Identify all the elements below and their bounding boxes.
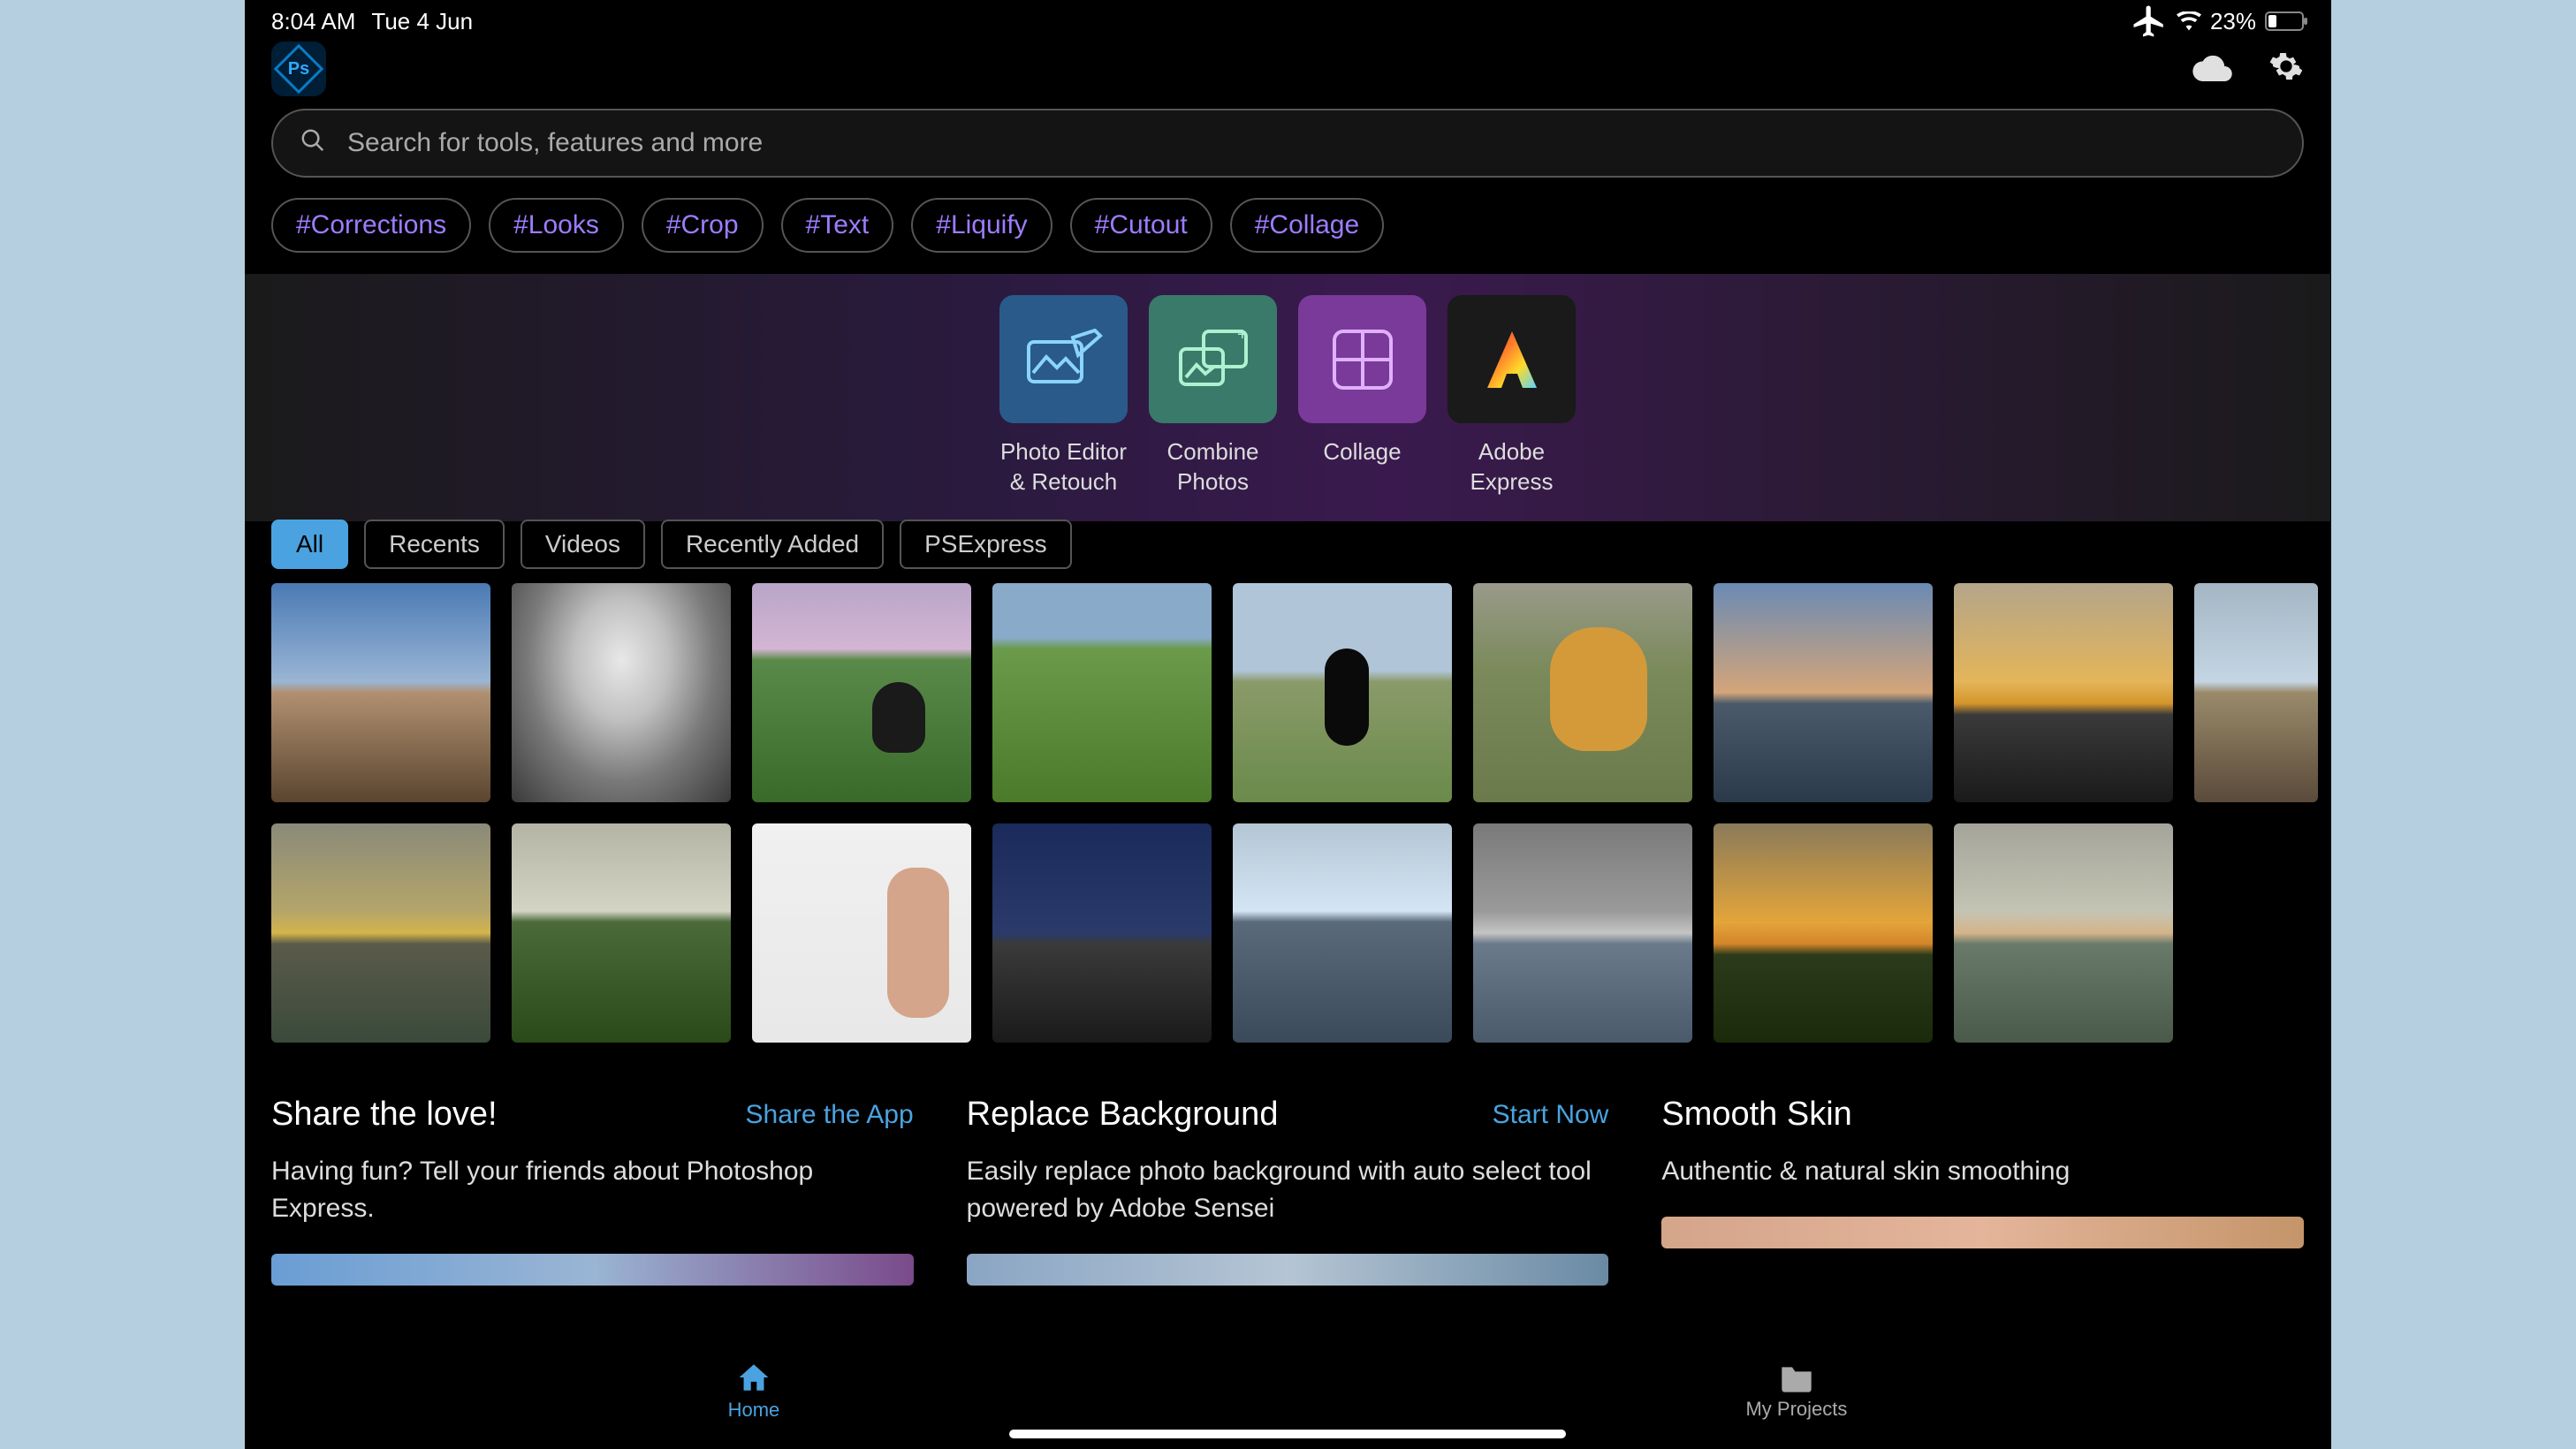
filter-recents[interactable]: Recents [364, 520, 505, 569]
tool-combine-photos[interactable]: + CombinePhotos [1149, 295, 1277, 497]
tag-collage[interactable]: #Collage [1230, 198, 1384, 253]
cloud-icon[interactable] [2192, 51, 2233, 87]
folder-icon [1779, 1362, 1814, 1392]
photo-thumb[interactable] [2194, 583, 2318, 802]
tag-text[interactable]: #Text [781, 198, 894, 253]
photo-thumb[interactable] [992, 823, 1212, 1043]
card-share-love: Share the love! Share the App Having fun… [271, 1096, 914, 1286]
gallery-filters: All Recents Videos Recently Added PSExpr… [245, 516, 2330, 583]
filter-videos[interactable]: Videos [521, 520, 645, 569]
search-bar[interactable] [271, 109, 2304, 178]
collage-icon [1298, 295, 1426, 423]
tag-chips: #Corrections #Looks #Crop #Text #Liquify… [245, 191, 2330, 274]
tag-looks[interactable]: #Looks [489, 198, 624, 253]
photo-thumb[interactable] [1954, 583, 2173, 802]
card-image[interactable] [1661, 1217, 2304, 1248]
photo-thumb[interactable] [1473, 583, 1692, 802]
tool-photo-editor[interactable]: Photo Editor& Retouch [999, 295, 1128, 497]
tag-crop[interactable]: #Crop [642, 198, 764, 253]
photo-thumb[interactable] [512, 823, 731, 1043]
filter-all[interactable]: All [271, 520, 348, 569]
photo-thumb[interactable] [1714, 823, 1933, 1043]
photo-editor-icon [999, 295, 1128, 423]
tag-corrections[interactable]: #Corrections [271, 198, 471, 253]
gear-icon[interactable] [2268, 49, 2304, 90]
photo-gallery [245, 583, 2330, 1043]
card-image[interactable] [271, 1254, 914, 1286]
photo-thumb[interactable] [1233, 823, 1452, 1043]
card-desc: Easily replace photo background with aut… [967, 1153, 1609, 1227]
tool-shelf: Photo Editor& Retouch + CombinePhotos Co… [245, 274, 2330, 521]
card-replace-bg: Replace Background Start Now Easily repl… [967, 1096, 1609, 1286]
app-logo[interactable]: Ps [271, 42, 326, 96]
card-title: Smooth Skin [1661, 1096, 1851, 1134]
home-icon [736, 1362, 771, 1393]
svg-text:+: + [1237, 325, 1248, 345]
photo-thumb[interactable] [271, 583, 490, 802]
tool-adobe-express[interactable]: AdobeExpress [1448, 295, 1576, 497]
card-image[interactable] [967, 1254, 1609, 1286]
photo-thumb[interactable] [1233, 583, 1452, 802]
search-icon [300, 127, 326, 160]
photo-thumb[interactable] [271, 823, 490, 1043]
tool-collage[interactable]: Collage [1298, 295, 1426, 467]
battery-percentage: 23% [2210, 8, 2256, 35]
card-smooth-skin: Smooth Skin Authentic & natural skin smo… [1661, 1096, 2304, 1286]
card-title: Replace Background [967, 1096, 1279, 1134]
card-title: Share the love! [271, 1096, 498, 1134]
app-top-bar: Ps [245, 42, 2330, 95]
status-bar: 8:04 AM Tue 4 Jun 23% [245, 0, 2330, 42]
start-now-link[interactable]: Start Now [1493, 1100, 1609, 1130]
filter-psexpress[interactable]: PSExpress [900, 520, 1072, 569]
wifi-icon [2177, 11, 2201, 31]
card-desc: Having fun? Tell your friends about Phot… [271, 1153, 914, 1227]
combine-photos-icon: + [1149, 295, 1277, 423]
adobe-express-icon [1448, 295, 1576, 423]
filter-recently-added[interactable]: Recently Added [661, 520, 884, 569]
photo-thumb[interactable] [1954, 823, 2173, 1043]
card-desc: Authentic & natural skin smoothing [1661, 1153, 2304, 1190]
photo-thumb[interactable] [512, 583, 731, 802]
share-app-link[interactable]: Share the App [746, 1100, 914, 1130]
photo-thumb[interactable] [1473, 823, 1692, 1043]
airplane-mode-icon [2131, 3, 2168, 40]
photo-thumb[interactable] [1714, 583, 1933, 802]
app-window: 8:04 AM Tue 4 Jun 23% Ps [245, 0, 2330, 1449]
battery-icon [2265, 11, 2304, 31]
photo-thumb[interactable] [752, 583, 971, 802]
tag-liquify[interactable]: #Liquify [911, 198, 1052, 253]
photo-thumb[interactable] [752, 823, 971, 1043]
home-indicator[interactable] [1009, 1430, 1566, 1438]
search-input[interactable] [347, 128, 2276, 158]
nav-my-projects[interactable]: My Projects [1745, 1362, 1847, 1421]
status-time: 8:04 AM [271, 8, 355, 35]
feature-cards: Share the love! Share the App Having fun… [245, 1043, 2330, 1286]
status-date: Tue 4 Jun [371, 8, 473, 35]
tag-cutout[interactable]: #Cutout [1070, 198, 1212, 253]
nav-home[interactable]: Home [728, 1362, 780, 1422]
photo-thumb[interactable] [992, 583, 1212, 802]
